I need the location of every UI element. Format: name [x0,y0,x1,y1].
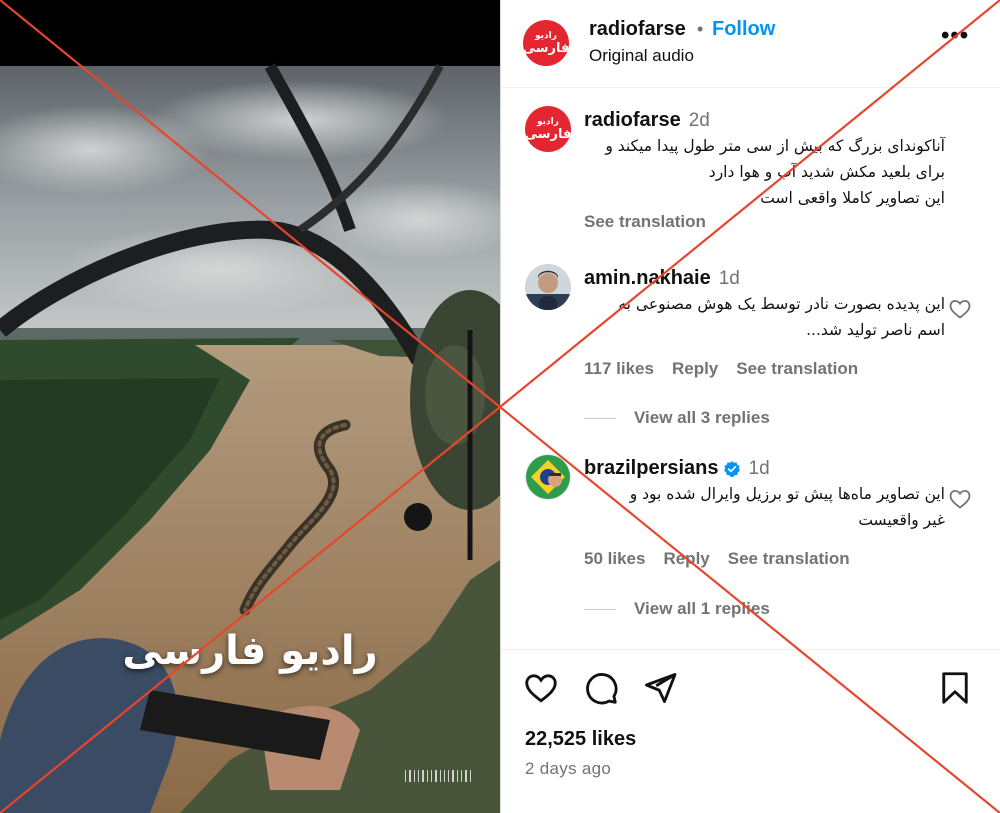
reply-button[interactable]: Reply [672,359,718,379]
comment-text: این پدیده بصورت نادر توسط یک هوش مصنوعی … [618,295,945,339]
replies-divider [584,417,616,419]
comment-username[interactable]: amin.nakhaie 1d [584,267,740,290]
video-player[interactable]: رادیو فارسی [0,0,500,813]
avatar-logo-mark: رادیو [535,30,557,41]
post-panel: رادیو فارسی radiofarse • Follow Original… [500,0,1000,813]
like-heart-icon[interactable] [948,487,972,511]
separator-dot: • [697,19,704,39]
bookmark-icon[interactable] [937,670,973,706]
replies-divider [584,608,616,610]
comment-time: 1d [718,268,740,289]
post-header: رادیو فارسی radiofarse • Follow Original… [501,0,1000,88]
comment-icon[interactable] [583,670,619,706]
follow-button[interactable]: Follow [712,18,775,41]
video-caption: رادیو فارسی [122,628,378,674]
comment-text: آناکوندای بزرگ که بیش از سی متر طول پیدا… [605,137,945,207]
view-replies-label[interactable]: View all 1 replies [634,599,770,619]
verified-icon [723,460,740,477]
like-heart-icon[interactable] [948,297,972,321]
see-translation-link[interactable]: See translation [728,549,850,569]
view-replies-button[interactable]: View all 1 replies [584,599,770,619]
username-link[interactable]: radiofarse [589,18,686,41]
comment-likes[interactable]: 50 likes [584,549,645,569]
video-frame [0,0,500,813]
share-icon[interactable] [642,670,678,706]
view-replies-label[interactable]: View all 3 replies [634,408,770,428]
view-replies-button[interactable]: View all 3 replies [584,408,770,428]
avatar-logo-word: فارسی [523,40,569,56]
comment-time: 2d [688,110,710,131]
heart-icon[interactable] [523,670,559,706]
comments-list[interactable]: رادیو فارسی radiofarse 2d آناکوندای بزرگ … [501,89,1000,649]
audio-link[interactable]: Original audio [589,46,694,66]
post-actions: 22,525 likes 2 days ago [501,649,1000,813]
avatar[interactable]: رادیو فارسی [523,20,569,66]
see-translation-link[interactable]: See translation [584,212,706,232]
see-translation-link[interactable]: See translation [736,359,858,379]
comment-meta: 117 likes Reply See translation [584,359,858,379]
avatar-logo-mark: رادیو [537,116,559,127]
comment-likes[interactable]: 117 likes [584,359,654,379]
video-progress-indicator [405,768,471,782]
more-icon[interactable]: ••• [941,22,969,50]
comment-time: 1d [748,458,770,479]
comment-text: این تصاویر ماه‌ها پیش تو برزیل وایرال شد… [629,485,945,529]
comment-meta: 50 likes Reply See translation [584,549,850,569]
comment-username-text[interactable]: radiofarse [584,109,681,131]
reply-button[interactable]: Reply [663,549,709,569]
post-timestamp: 2 days ago [525,759,612,778]
likes-count[interactable]: 22,525 likes [525,728,636,751]
comment-username[interactable]: brazilpersians 1d [584,457,770,480]
comment-username[interactable]: radiofarse 2d [584,109,710,132]
comment-username-text[interactable]: brazilpersians [584,457,719,479]
comment-username-text[interactable]: amin.nakhaie [584,267,711,289]
